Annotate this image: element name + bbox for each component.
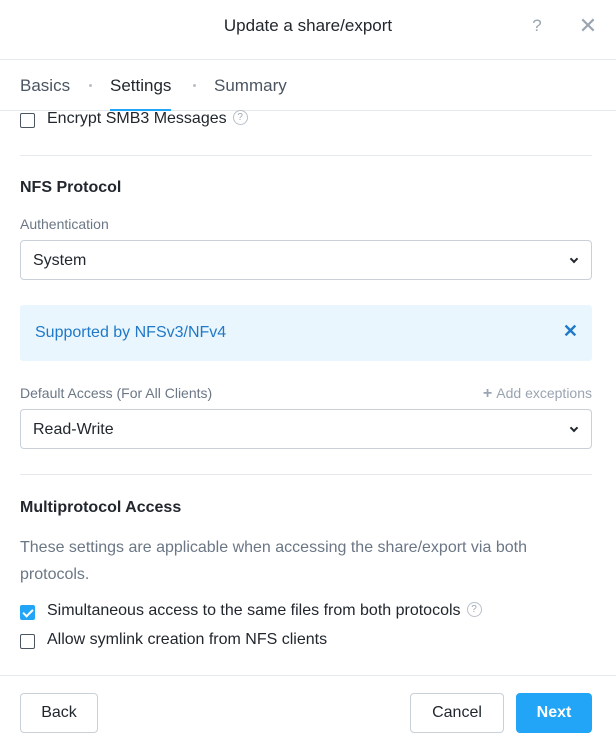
- add-exceptions-link[interactable]: + Add exceptions: [483, 385, 592, 403]
- default-access-value: Read-Write: [33, 421, 114, 438]
- multiprotocol-section-title: Multiprotocol Access: [20, 499, 182, 516]
- symlink-creation-label[interactable]: Allow symlink creation from NFS clients: [47, 631, 327, 649]
- dialog-header: Update a share/export ? ✕: [0, 0, 616, 60]
- back-button[interactable]: Back: [20, 693, 98, 733]
- wizard-tabs: Basics Settings Summary: [0, 60, 616, 111]
- info-icon[interactable]: ?: [466, 602, 482, 618]
- simultaneous-access-checkbox[interactable]: [20, 605, 35, 620]
- encrypt-smb3-row[interactable]: Encrypt SMB3 Messages?: [47, 110, 248, 128]
- authentication-select[interactable]: System: [20, 240, 592, 280]
- tab-separator: [193, 84, 196, 87]
- banner-text: Supported by NFSv3/NFv4: [35, 324, 227, 341]
- plus-icon: +: [482, 385, 493, 402]
- encrypt-smb3-label: Encrypt SMB3 Messages: [47, 110, 227, 127]
- section-divider: [20, 474, 592, 475]
- section-divider: [20, 155, 592, 156]
- tab-basics[interactable]: Basics: [20, 76, 70, 111]
- nfs-section-title: NFS Protocol: [20, 179, 122, 196]
- multiprotocol-description: These settings are applicable when acces…: [20, 539, 527, 583]
- encrypt-smb3-checkbox[interactable]: [20, 113, 35, 128]
- tab-separator: [89, 84, 92, 87]
- cancel-button[interactable]: Cancel: [410, 693, 504, 733]
- authentication-value: System: [33, 252, 87, 269]
- help-icon[interactable]: ?: [528, 16, 546, 38]
- chevron-down-icon: [569, 423, 579, 433]
- dialog-footer: Back Cancel Next: [0, 675, 616, 749]
- chevron-down-icon: [569, 254, 579, 264]
- tab-settings[interactable]: Settings: [110, 76, 172, 111]
- next-button[interactable]: Next: [516, 693, 592, 733]
- default-access-select[interactable]: Read-Write: [20, 409, 592, 449]
- authentication-label: Authentication: [20, 216, 109, 232]
- simultaneous-access-row[interactable]: Simultaneous access to the same files fr…: [47, 602, 482, 620]
- info-icon[interactable]: ?: [232, 110, 248, 126]
- symlink-creation-checkbox[interactable]: [20, 634, 35, 649]
- add-exceptions-label: Add exceptions: [496, 385, 592, 401]
- default-access-label: Default Access (For All Clients): [20, 385, 213, 401]
- tab-summary[interactable]: Summary: [214, 76, 287, 111]
- banner-close-icon[interactable]: ✕: [563, 321, 578, 342]
- simultaneous-access-label: Simultaneous access to the same files fr…: [47, 602, 461, 619]
- dialog-title: Update a share/export: [223, 16, 393, 35]
- nfs-support-banner: Supported by NFSv3/NFv4 ✕: [20, 305, 592, 361]
- close-icon[interactable]: ✕: [578, 14, 598, 38]
